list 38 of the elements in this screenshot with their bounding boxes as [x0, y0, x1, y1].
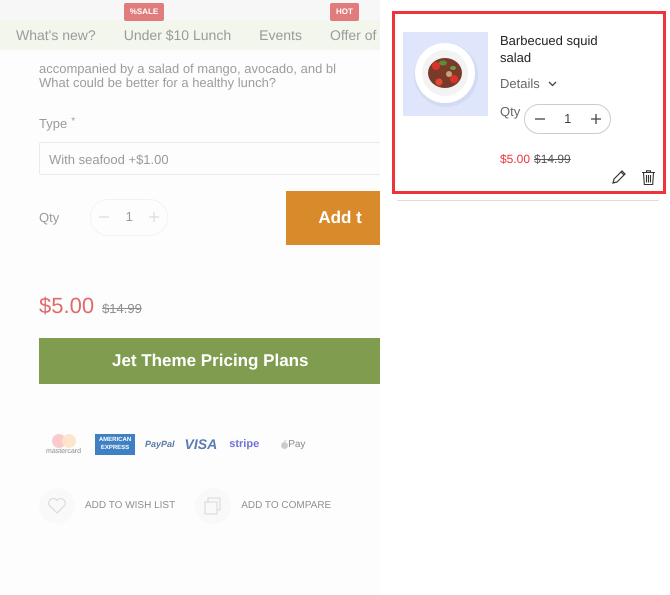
plus-icon[interactable]: [590, 114, 601, 124]
old-price: $14.99: [102, 300, 142, 318]
qty-label: Qty: [39, 208, 60, 227]
nav-link[interactable]: What's new?: [16, 26, 96, 42]
product-name[interactable]: Barbecued squid salad: [500, 32, 625, 66]
visa-logo: VISA: [184, 435, 218, 454]
pencil-icon[interactable]: [612, 170, 626, 184]
add-to-cart-button[interactable]: Add t: [286, 190, 380, 244]
price: $5.00: [39, 292, 94, 320]
promo-badge: %SALE: [124, 2, 164, 20]
nav-link[interactable]: Events: [259, 26, 302, 42]
apple-pay-logo: Pay: [281, 437, 306, 452]
type-select[interactable]: With seafood +$1.00: [39, 142, 380, 174]
description-text: What could be better for a healthy lunch?: [39, 76, 278, 90]
chevron-down-icon: [548, 80, 557, 87]
apple-icon: [281, 440, 288, 449]
compare-link[interactable]: ADD TO COMPARE: [241, 498, 332, 513]
nav-link[interactable]: Offer of: [330, 26, 376, 42]
wishlist-link[interactable]: ADD TO WISH LIST: [85, 498, 176, 513]
required-mark: *: [71, 115, 76, 129]
promo-badge: HOT: [330, 2, 359, 20]
price: $5.00: [500, 150, 530, 168]
details-toggle[interactable]: Details: [500, 74, 655, 94]
nav-link[interactable]: Under $10 Lunch: [124, 26, 232, 42]
qty-label: Qty: [500, 102, 520, 121]
circles-icon: [52, 434, 76, 448]
quantity-stepper[interactable]: 1: [524, 104, 612, 134]
stripe-logo: stripe: [229, 437, 260, 452]
old-price: $14.99: [534, 150, 571, 168]
pricing-plans-button[interactable]: Jet Theme Pricing Plans: [39, 338, 380, 384]
description-text: accompanied by a salad of mango, avocado, and bl: [39, 62, 338, 76]
trash-icon[interactable]: [642, 170, 655, 184]
paypal-logo: PayPal: [145, 438, 175, 451]
heart-icon: [47, 496, 67, 516]
copy-icon: [203, 496, 224, 516]
type-label: Type: [39, 115, 68, 133]
quantity-value: 1: [126, 208, 133, 226]
quantity-value: 1: [564, 110, 572, 128]
